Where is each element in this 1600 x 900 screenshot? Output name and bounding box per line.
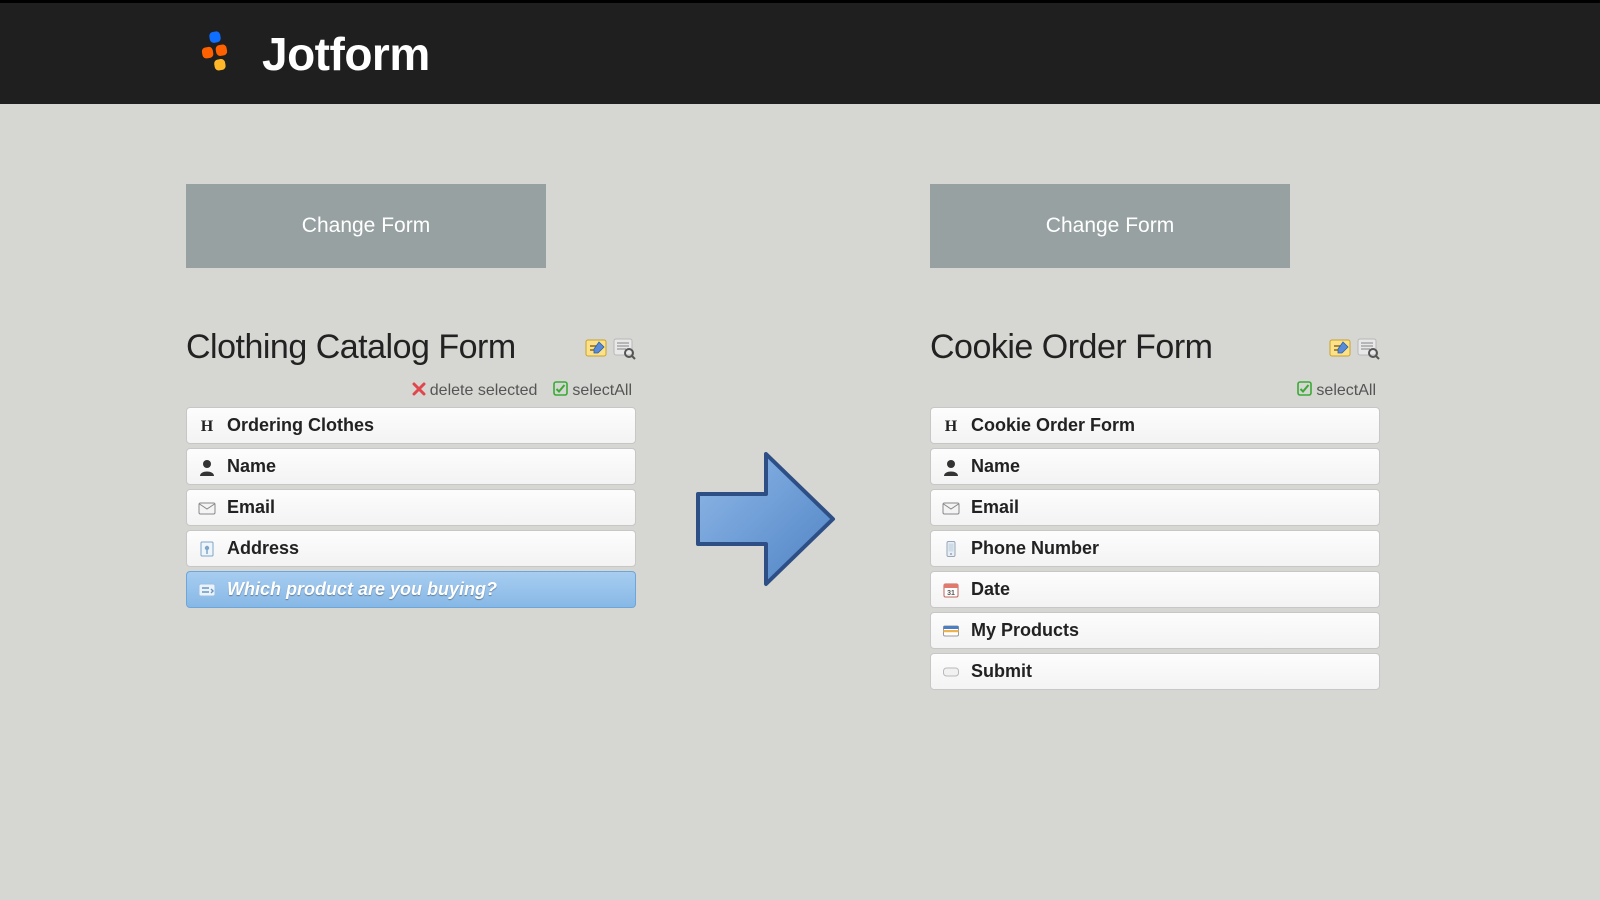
edit-icon[interactable]: [584, 336, 608, 360]
field-label: Name: [971, 456, 1020, 477]
topbar: Jotform: [0, 0, 1600, 104]
field-row[interactable]: Email: [930, 489, 1380, 526]
svg-text:31: 31: [947, 590, 955, 597]
target-toolbar: [1328, 336, 1380, 360]
field-row[interactable]: Address: [186, 530, 636, 567]
field-row[interactable]: 31 Date: [930, 571, 1380, 608]
target-field-list: H Cookie Order Form Name Email: [930, 407, 1380, 690]
search-form-icon[interactable]: [612, 336, 636, 360]
field-label: Date: [971, 579, 1010, 600]
email-icon: [941, 498, 961, 518]
person-icon: [941, 457, 961, 477]
edit-icon[interactable]: [1328, 336, 1352, 360]
field-row[interactable]: Email: [186, 489, 636, 526]
field-row[interactable]: Phone Number: [930, 530, 1380, 567]
heading-icon: H: [941, 416, 961, 436]
svg-text:H: H: [201, 418, 214, 435]
dropdown-icon: [197, 580, 217, 600]
select-all-label-left: selectAll: [572, 382, 632, 400]
change-form-button-right[interactable]: Change Form: [930, 184, 1290, 268]
field-row[interactable]: Name: [186, 448, 636, 485]
check-icon: [553, 381, 568, 401]
search-form-icon[interactable]: [1356, 336, 1380, 360]
heading-icon: H: [197, 416, 217, 436]
field-label: Address: [227, 538, 299, 559]
field-label: Phone Number: [971, 538, 1099, 559]
phone-icon: [941, 539, 961, 559]
brand-name: Jotform: [262, 27, 430, 81]
jotform-logo-icon: [196, 27, 244, 80]
field-row[interactable]: Submit: [930, 653, 1380, 690]
field-label: My Products: [971, 620, 1079, 641]
delete-selected-link[interactable]: delete selected: [412, 381, 538, 401]
field-label: Name: [227, 456, 276, 477]
source-panel: Change Form Clothing Catalog Form delete…: [186, 184, 636, 608]
field-row[interactable]: H Cookie Order Form: [930, 407, 1380, 444]
field-row[interactable]: My Products: [930, 612, 1380, 649]
field-row[interactable]: H Ordering Clothes: [186, 407, 636, 444]
field-label: Email: [971, 497, 1019, 518]
person-icon: [197, 457, 217, 477]
target-panel: Change Form Cookie Order Form selectAll: [930, 184, 1380, 690]
field-label: Email: [227, 497, 275, 518]
target-form-title: Cookie Order Form: [930, 328, 1212, 367]
transfer-arrow-icon: [688, 439, 840, 604]
products-icon: [941, 621, 961, 641]
field-label: Cookie Order Form: [971, 415, 1135, 436]
svg-text:H: H: [945, 418, 958, 435]
change-form-button-left[interactable]: Change Form: [186, 184, 546, 268]
select-all-label-right: selectAll: [1316, 382, 1376, 400]
delete-selected-label: delete selected: [430, 382, 538, 400]
select-all-link-right[interactable]: selectAll: [1297, 381, 1376, 401]
x-icon: [412, 382, 426, 401]
brand-logo[interactable]: Jotform: [196, 27, 430, 81]
source-form-title: Clothing Catalog Form: [186, 328, 516, 367]
field-label: Ordering Clothes: [227, 415, 374, 436]
calendar-icon: 31: [941, 580, 961, 600]
select-all-link-left[interactable]: selectAll: [553, 381, 632, 401]
email-icon: [197, 498, 217, 518]
source-toolbar: [584, 336, 636, 360]
source-field-list: H Ordering Clothes Name Email: [186, 407, 636, 608]
address-icon: [197, 539, 217, 559]
field-label: Submit: [971, 661, 1032, 682]
submit-button-icon: [941, 662, 961, 682]
check-icon: [1297, 381, 1312, 401]
field-label: Which product are you buying?: [227, 579, 497, 600]
field-row[interactable]: Name: [930, 448, 1380, 485]
field-row-selected[interactable]: Which product are you buying?: [186, 571, 636, 608]
